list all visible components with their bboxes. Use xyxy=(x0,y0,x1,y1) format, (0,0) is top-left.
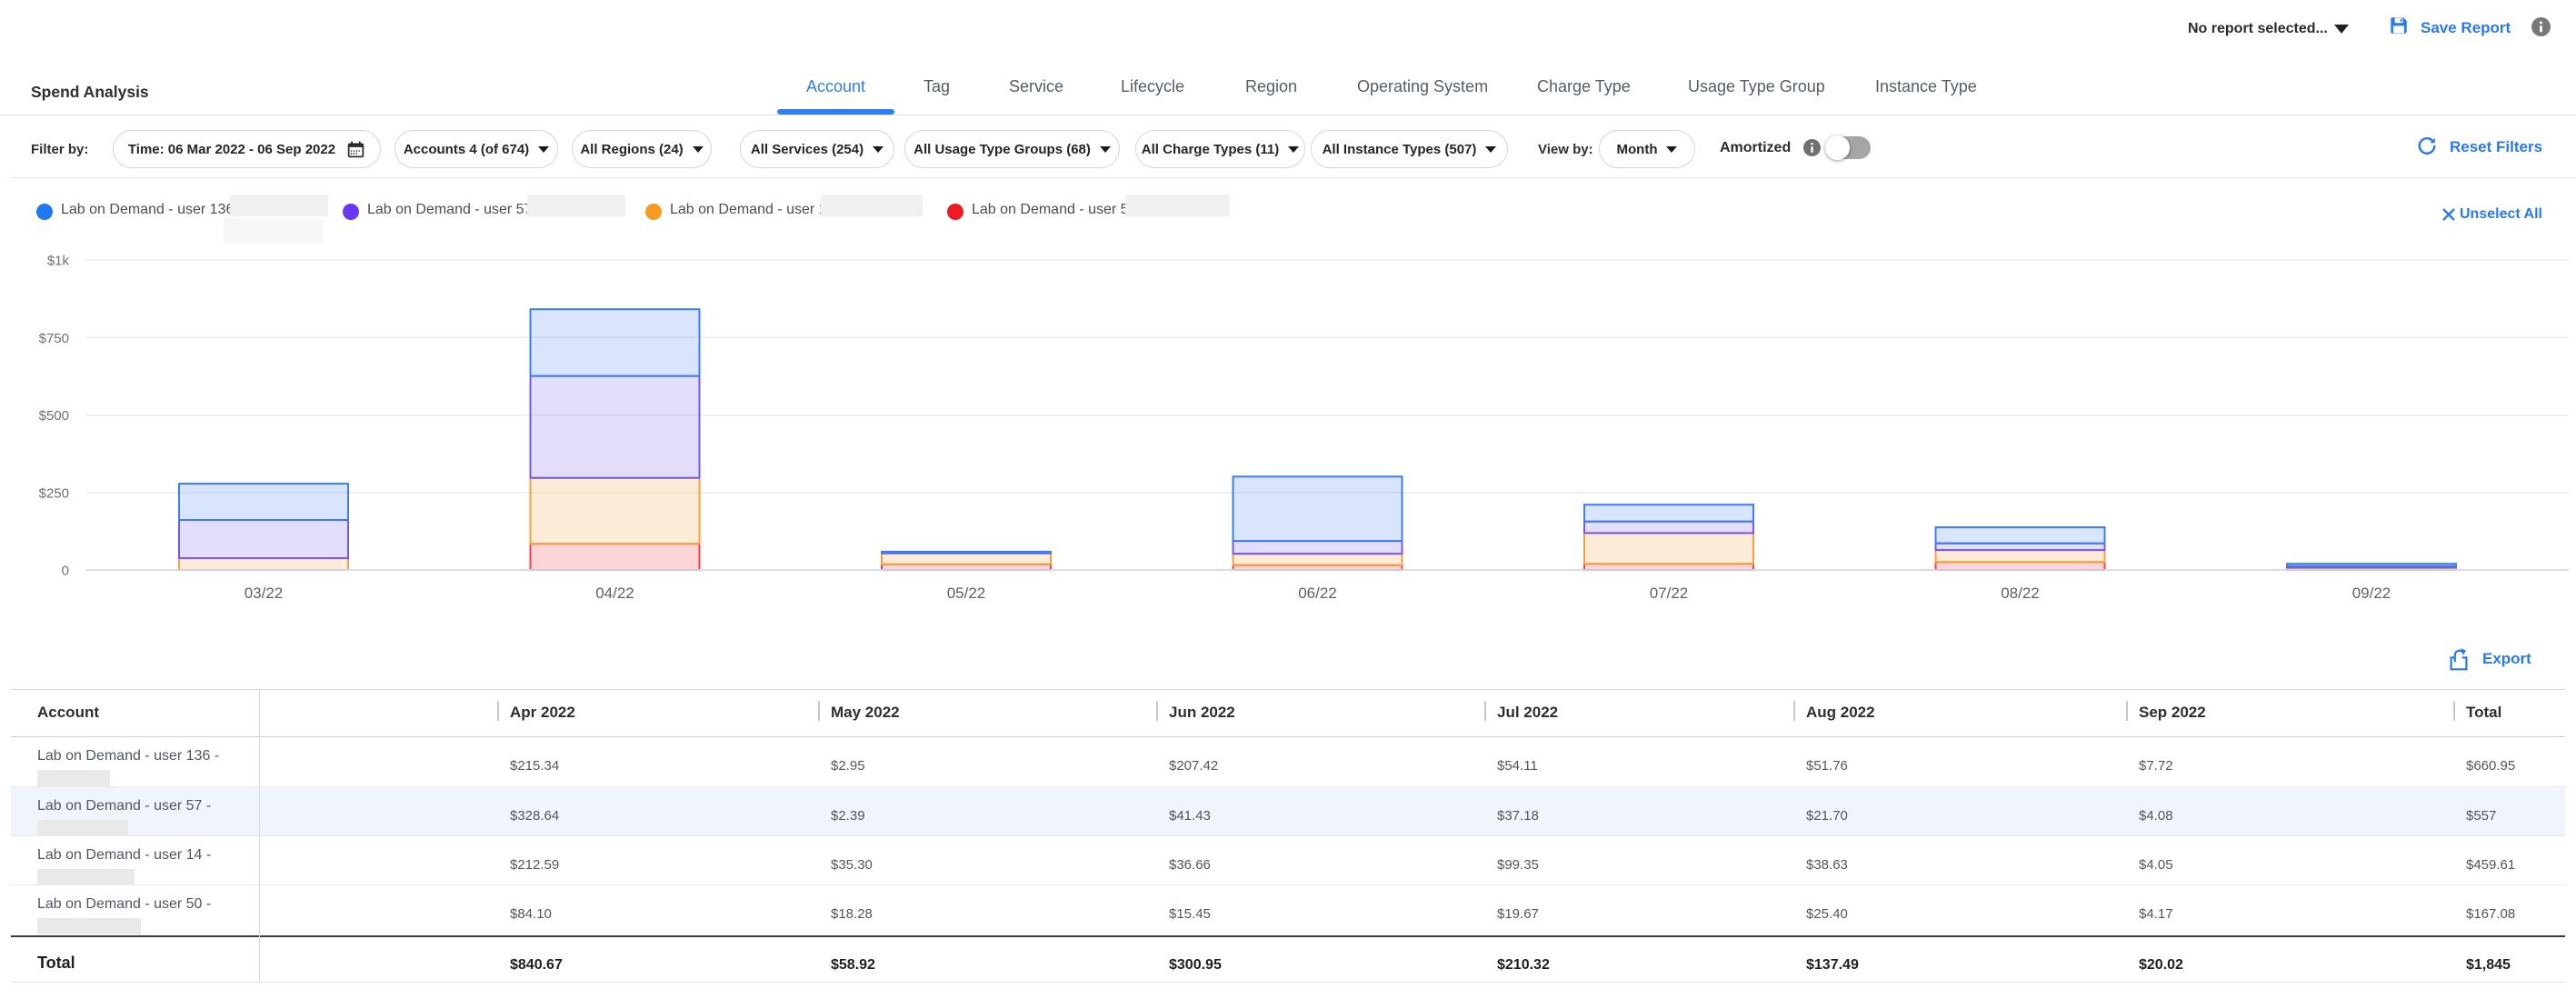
svg-text:04/22: 04/22 xyxy=(595,584,634,602)
svg-text:$750: $750 xyxy=(39,331,69,346)
svg-text:05/22: 05/22 xyxy=(947,584,986,602)
svg-text:09/22: 09/22 xyxy=(2352,584,2391,602)
svg-text:0: 0 xyxy=(62,564,69,579)
svg-text:$500: $500 xyxy=(39,408,69,424)
svg-text:08/22: 08/22 xyxy=(2001,584,2040,602)
svg-text:06/22: 06/22 xyxy=(1298,584,1337,602)
svg-text:03/22: 03/22 xyxy=(245,584,284,602)
svg-text:$1k: $1k xyxy=(47,254,70,269)
svg-text:07/22: 07/22 xyxy=(1650,584,1689,602)
svg-text:$250: $250 xyxy=(39,486,69,502)
